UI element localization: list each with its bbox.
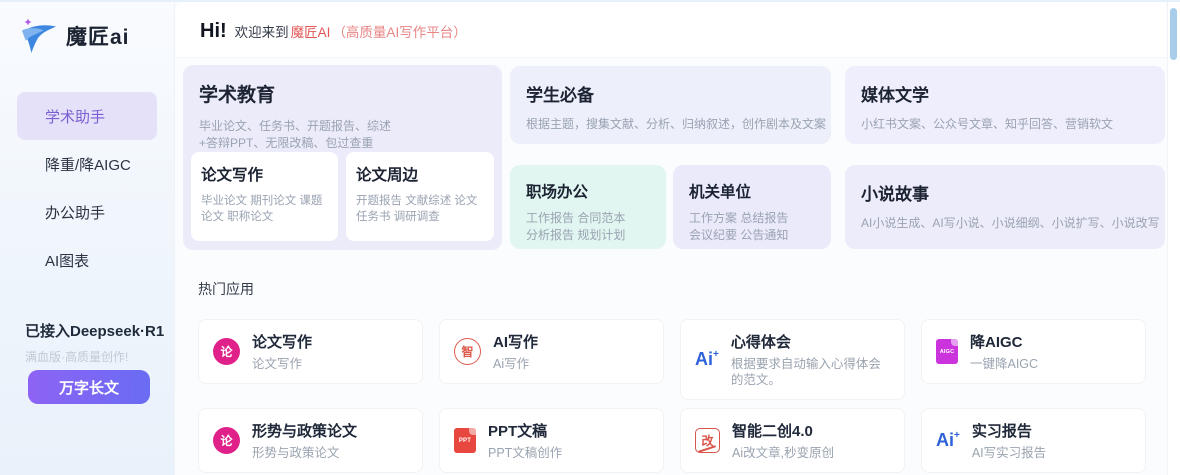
category-card-student[interactable]: 学生必备 根据主题，搜集文献、分析、归纳叙述，创作剧本及文案 bbox=[510, 66, 831, 144]
category-title: 机关单位 bbox=[689, 180, 815, 202]
long-article-button[interactable]: 万字长文 bbox=[28, 370, 150, 404]
app-card-desc: Ai改文章,秒变原创 bbox=[732, 445, 890, 461]
category-desc-line1: 工作报告 合同范本 bbox=[526, 210, 650, 227]
swallow-logo-icon bbox=[20, 18, 58, 54]
greeting-welcome: 欢迎来到 bbox=[235, 21, 289, 41]
subcard-paper-around[interactable]: 论文周边 开题报告 文献综述 论文任务书 调研调查 bbox=[346, 152, 494, 241]
category-title: 职场办公 bbox=[526, 180, 650, 202]
welcome-banner: Hi! 欢迎来到 魔匠AI （高质量AI写作平台） bbox=[200, 20, 467, 43]
category-desc: 根据主题，搜集文献、分析、归纳叙述，创作剧本及文案 bbox=[526, 116, 815, 133]
app-card-title: 心得体会 bbox=[731, 331, 890, 352]
gai-rewrite-icon: 改 bbox=[695, 428, 720, 453]
category-title: 小说故事 bbox=[861, 180, 1149, 205]
brand-logo[interactable]: 魔匠ai bbox=[20, 18, 130, 54]
category-desc-line1: 毕业论文、任务书、开题报告、综述 bbox=[199, 118, 486, 135]
app-card-paper-writing[interactable]: 论 论文写作 论文写作 bbox=[198, 319, 423, 384]
app-card-policy-paper[interactable]: 论 形势与政策论文 形势与政策论文 bbox=[198, 408, 423, 473]
app-card-title: 形势与政策论文 bbox=[252, 420, 408, 441]
sidebar-nav: 学术助手 降重/降AIGC 办公助手 AI图表 bbox=[17, 92, 157, 284]
app-card-reduce-aigc[interactable]: AIGC 降AIGC 一键降AIGC bbox=[921, 319, 1146, 384]
greeting-hi: Hi! bbox=[200, 20, 227, 43]
app-card-desc: 根据要求自动输入心得体会的范文。 bbox=[731, 356, 890, 388]
app-card-title: 智能二创4.0 bbox=[732, 420, 890, 441]
deepseek-promo: 已接入Deepseek·R1 满血版·高质量创作! bbox=[25, 320, 164, 365]
category-desc-line1: 工作方案 总结报告 bbox=[689, 210, 815, 227]
subcard-title: 论文周边 bbox=[356, 163, 484, 185]
subcard-desc: 开题报告 文献综述 论文任务书 调研调查 bbox=[356, 193, 484, 225]
app-card-ppt-draft[interactable]: PPT PPT文稿 PPT文稿创作 bbox=[439, 408, 664, 473]
category-title: 学术教育 bbox=[199, 80, 486, 107]
hot-apps-section-title: 热门应用 bbox=[198, 279, 254, 299]
app-card-title: 降AIGC bbox=[970, 331, 1131, 352]
lun-badge-icon: 论 bbox=[213, 427, 240, 454]
app-card-desc: AI写实习报告 bbox=[972, 445, 1131, 461]
ai-plus-icon: Ai+ bbox=[936, 430, 960, 451]
app-card-title: AI写作 bbox=[493, 331, 649, 352]
sidebar-item-office-assistant[interactable]: 办公助手 bbox=[17, 188, 157, 236]
category-desc: AI小说生成、AI写小说、小说细纲、小说扩写、小说改写 bbox=[861, 215, 1149, 232]
app-card-desc: PPT文稿创作 bbox=[488, 445, 649, 461]
scrollbar-track[interactable] bbox=[1167, 2, 1180, 475]
category-card-media[interactable]: 媒体文学 小红书文案、公众号文章、知乎回答、营销软文 bbox=[845, 66, 1165, 144]
sidebar-item-reduce-aigc[interactable]: 降重/降AIGC bbox=[17, 140, 157, 188]
app-window: 魔匠ai 学术助手 降重/降AIGC 办公助手 AI图表 已接入Deepseek… bbox=[0, 0, 1180, 475]
app-card-title: 实习报告 bbox=[972, 420, 1131, 441]
ai-plus-icon: Ai+ bbox=[695, 349, 719, 370]
scrollbar-thumb[interactable] bbox=[1170, 8, 1177, 60]
subcard-title: 论文写作 bbox=[201, 163, 328, 185]
category-title: 学生必备 bbox=[526, 81, 815, 106]
app-card-desc: 论文写作 bbox=[252, 356, 408, 372]
app-card-title: 论文写作 bbox=[252, 331, 408, 352]
category-title: 媒体文学 bbox=[861, 81, 1149, 106]
sidebar-item-ai-charts[interactable]: AI图表 bbox=[17, 236, 157, 284]
app-card-title: PPT文稿 bbox=[488, 420, 649, 441]
app-card-ai-writing[interactable]: 智 AI写作 Ai写作 bbox=[439, 319, 664, 384]
zhi-stamp-icon: 智 bbox=[454, 338, 481, 365]
greeting-tagline: （高质量AI写作平台） bbox=[332, 21, 466, 41]
sidebar: 魔匠ai 学术助手 降重/降AIGC 办公助手 AI图表 已接入Deepseek… bbox=[0, 2, 175, 475]
app-card-desc: 形势与政策论文 bbox=[252, 445, 408, 461]
brand-name: 魔匠ai bbox=[66, 21, 130, 51]
category-desc-line2: +答辩PPT、无限改稿、包过查重 bbox=[199, 135, 486, 152]
category-card-gov[interactable]: 机关单位 工作方案 总结报告 会议纪要 公告通知 bbox=[673, 165, 831, 249]
category-card-academic[interactable]: 学术教育 毕业论文、任务书、开题报告、综述 +答辩PPT、无限改稿、包过查重 论… bbox=[183, 65, 502, 250]
app-card-reflections[interactable]: Ai+ 心得体会 根据要求自动输入心得体会的范文。 bbox=[680, 319, 905, 400]
deepseek-promo-title: 已接入Deepseek·R1 bbox=[25, 320, 164, 341]
ppt-file-icon: PPT bbox=[454, 428, 476, 453]
deepseek-promo-subtitle: 满血版·高质量创作! bbox=[25, 348, 164, 365]
aigc-file-icon: AIGC bbox=[936, 339, 958, 364]
greeting-brand: 魔匠AI bbox=[291, 21, 331, 41]
app-card-desc: 一键降AIGC bbox=[970, 356, 1131, 372]
category-desc-line2: 会议纪要 公告通知 bbox=[689, 227, 815, 244]
category-desc: 小红书文案、公众号文章、知乎回答、营销软文 bbox=[861, 116, 1149, 133]
subcard-paper-writing[interactable]: 论文写作 毕业论文 期刊论文 课题论文 职称论文 bbox=[191, 152, 338, 241]
category-card-office[interactable]: 职场办公 工作报告 合同范本 分析报告 规划计划 bbox=[510, 165, 666, 249]
app-card-smart-rewrite[interactable]: 改 智能二创4.0 Ai改文章,秒变原创 bbox=[680, 408, 905, 473]
app-card-desc: Ai写作 bbox=[493, 356, 649, 372]
category-desc-line2: 分析报告 规划计划 bbox=[526, 227, 650, 244]
main-header: Hi! 欢迎来到 魔匠AI （高质量AI写作平台） bbox=[176, 2, 1166, 58]
subcard-desc: 毕业论文 期刊论文 课题论文 职称论文 bbox=[201, 193, 328, 225]
app-card-internship-report[interactable]: Ai+ 实习报告 AI写实习报告 bbox=[921, 408, 1146, 473]
lun-badge-icon: 论 bbox=[213, 338, 240, 365]
sidebar-item-academic-assistant[interactable]: 学术助手 bbox=[17, 92, 157, 140]
category-card-novel[interactable]: 小说故事 AI小说生成、AI写小说、小说细纲、小说扩写、小说改写 bbox=[845, 165, 1165, 249]
